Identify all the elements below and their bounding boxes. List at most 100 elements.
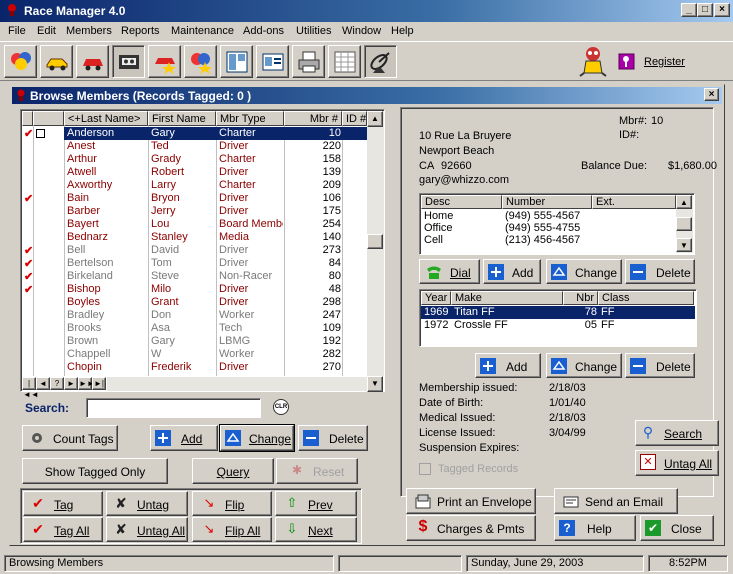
- menu-edit[interactable]: Edit: [37, 25, 56, 37]
- phone-scroll-up[interactable]: ▲: [676, 195, 692, 209]
- tag-all-button[interactable]: ✔ Tag All: [23, 517, 103, 542]
- query-button[interactable]: Query: [192, 458, 274, 484]
- prev-button[interactable]: ⇧ Prev: [275, 491, 357, 516]
- help-button[interactable]: ? Help: [554, 515, 636, 541]
- reset-button[interactable]: ✱ Reset: [276, 458, 358, 484]
- table-row[interactable]: ✔ Anderson Gary Charter 10: [22, 127, 367, 140]
- send-email-button[interactable]: Send an Email: [554, 488, 678, 514]
- table-row[interactable]: Axworthy Larry Charter 209: [22, 179, 366, 192]
- table-row[interactable]: Chopin Frederik Driver 270: [22, 361, 366, 374]
- phone-scroll-down[interactable]: ▼: [676, 238, 692, 252]
- flip-all-button[interactable]: ↘ Flip All: [192, 517, 272, 542]
- tagged-records-checkbox[interactable]: [419, 463, 431, 475]
- table-row[interactable]: Brooks Asa Tech 109: [22, 322, 366, 335]
- menu-addons[interactable]: Add-ons: [243, 25, 284, 37]
- car-grid[interactable]: Year Make Nbr Class 1969 Titan FF 78 FF 1972…: [419, 289, 697, 347]
- nav-next-page-button[interactable]: ►►: [78, 377, 95, 390]
- menu-help[interactable]: Help: [391, 25, 414, 37]
- grid-vscroll[interactable]: ▲: [367, 111, 384, 376]
- members-grid[interactable]: <+Last Name> First Name Mbr Type Mbr # I…: [20, 109, 385, 399]
- clear-search-button[interactable]: CLR: [273, 399, 289, 415]
- table-row[interactable]: ✔ Birkeland Steve Non-Racer 80: [22, 270, 366, 283]
- phone-row[interactable]: Cell (213) 456-4567: [421, 234, 675, 246]
- table-row[interactable]: Bayert Lou Board Member 254: [22, 218, 366, 231]
- header-first-name[interactable]: First Name: [148, 111, 216, 126]
- grid-scroll-down[interactable]: ▼: [367, 376, 383, 392]
- table-row[interactable]: Bradley Don Worker 247: [22, 309, 366, 322]
- next-button[interactable]: ⇩ Next: [275, 517, 357, 542]
- table-row[interactable]: ✔ Bain Bryon Driver 106: [22, 192, 366, 205]
- table-row[interactable]: ✔ Bertelson Tom Driver 84: [22, 257, 366, 270]
- table-row[interactable]: Anest Ted Driver 220: [22, 140, 366, 153]
- car-row[interactable]: 1972 Crossle FF 05 FF: [421, 319, 695, 332]
- nav-last-button[interactable]: ►|: [92, 377, 106, 390]
- toolbar-layout-button[interactable]: [220, 45, 253, 78]
- change-phone-button[interactable]: Change: [546, 259, 622, 284]
- dial-button[interactable]: Dial: [419, 259, 480, 284]
- close-app-button[interactable]: ×: [714, 3, 730, 17]
- toolbar-red-car-button[interactable]: [76, 45, 109, 78]
- table-row[interactable]: Chappell W Worker 282: [22, 348, 366, 361]
- header-last-name[interactable]: <+Last Name>: [64, 111, 148, 126]
- delete-member-button[interactable]: Delete: [298, 425, 368, 451]
- menu-utilities[interactable]: Utilities: [296, 25, 331, 37]
- table-row[interactable]: Boyles Grant Driver 298: [22, 296, 366, 309]
- toolbar-car-star-button[interactable]: [148, 45, 181, 78]
- flip-button[interactable]: ↘ Flip: [192, 491, 272, 516]
- header-mbr-num[interactable]: Mbr #: [284, 111, 342, 126]
- phone-row[interactable]: Home (949) 555-4567: [421, 210, 675, 222]
- maximize-button[interactable]: □: [697, 3, 713, 17]
- toolbar-race-car-button[interactable]: [40, 45, 73, 78]
- grid-scroll-thumb[interactable]: [367, 234, 383, 249]
- toolbar-id-card-button[interactable]: [256, 45, 289, 78]
- phone-vscroll[interactable]: ▲ ▼: [676, 195, 693, 253]
- count-tags-button[interactable]: Count Tags: [22, 425, 118, 451]
- toolbar-balloons-star-button[interactable]: [184, 45, 217, 78]
- menu-window[interactable]: Window: [342, 25, 381, 37]
- nav-prev-button[interactable]: ◄: [36, 377, 50, 390]
- phone-scroll-thumb[interactable]: [676, 217, 692, 231]
- delete-phone-button[interactable]: Delete: [625, 259, 695, 284]
- show-tagged-only-button[interactable]: Show Tagged Only: [22, 458, 168, 484]
- phone-grid[interactable]: Desc Number Ext. Home (949) 555-4567 Offic…: [419, 193, 695, 255]
- tag-button[interactable]: ✔ Tag: [23, 491, 103, 516]
- search-input[interactable]: [86, 398, 261, 418]
- table-row[interactable]: ✔ Bishop Milo Driver 48: [22, 283, 366, 296]
- toolbar-cassette-button[interactable]: [112, 45, 145, 78]
- phone-row[interactable]: Office (949) 555-4755: [421, 222, 675, 234]
- toolbar-balloons-button[interactable]: [4, 45, 37, 78]
- untag-all-button[interactable]: ✘ Untag All: [106, 517, 188, 542]
- table-row[interactable]: Atwell Robert Driver 139: [22, 166, 366, 179]
- nav-next-button[interactable]: ►: [64, 377, 78, 390]
- search-detail-button[interactable]: ⚲ Search: [635, 420, 719, 446]
- header-mbr-type[interactable]: Mbr Type: [216, 111, 284, 126]
- charges-payments-button[interactable]: $ Charges & Pmts: [406, 515, 536, 541]
- print-envelope-button[interactable]: Print an Envelope: [406, 488, 536, 514]
- menu-members[interactable]: Members: [66, 25, 112, 37]
- close-button[interactable]: ✔ Close: [640, 515, 714, 541]
- delete-car-button[interactable]: Delete: [625, 353, 695, 378]
- change-member-button[interactable]: Change: [220, 425, 294, 451]
- header-id-num[interactable]: ID #: [342, 111, 367, 126]
- nav-first-button[interactable]: |◄◄: [22, 377, 39, 399]
- table-row[interactable]: Arthur Grady Charter 158: [22, 153, 366, 166]
- table-row[interactable]: ✔ Bell David Driver 273: [22, 244, 366, 257]
- change-car-button[interactable]: Change: [546, 353, 622, 378]
- register-link[interactable]: Register: [644, 56, 685, 68]
- untag-all-detail-button[interactable]: ✕ Untag All: [635, 450, 719, 476]
- toolbar-printer-button[interactable]: [292, 45, 325, 78]
- table-row[interactable]: Bednarz Stanley Media 140: [22, 231, 366, 244]
- grid-scroll-up[interactable]: ▲: [367, 111, 383, 127]
- toolbar-satellite-button[interactable]: [364, 45, 397, 78]
- menu-maintenance[interactable]: Maintenance: [171, 25, 234, 37]
- untag-button[interactable]: ✘ Untag: [106, 491, 188, 516]
- minimize-button[interactable]: _: [681, 3, 697, 17]
- add-phone-button[interactable]: Add: [483, 259, 541, 284]
- menu-reports[interactable]: Reports: [121, 25, 160, 37]
- nav-query-button[interactable]: ?: [50, 377, 64, 390]
- add-member-button[interactable]: Add: [150, 425, 218, 451]
- add-car-button[interactable]: Add: [475, 353, 541, 378]
- table-row[interactable]: Brown Gary LBMG 192: [22, 335, 366, 348]
- menu-file[interactable]: File: [8, 25, 26, 37]
- close-browse-button[interactable]: ×: [704, 88, 719, 101]
